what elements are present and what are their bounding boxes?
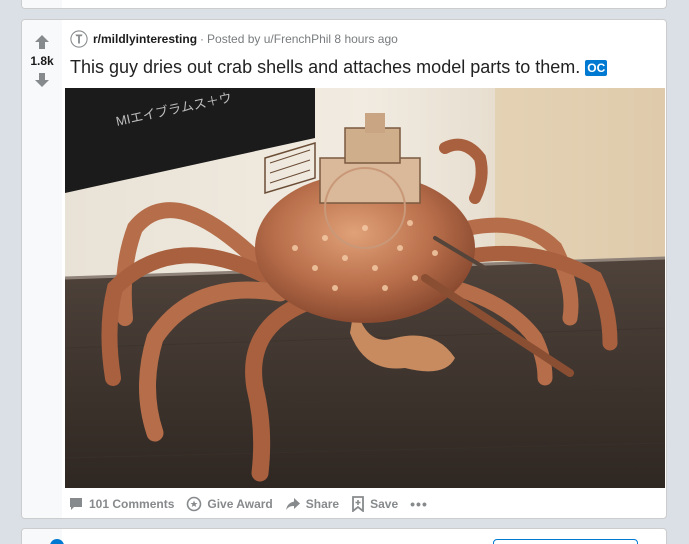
oc-flair[interactable]: OC [585, 59, 608, 76]
post-title[interactable]: This guy dries out crab shells and attac… [70, 57, 580, 78]
vote-count: 1.8k [30, 54, 54, 68]
share-icon [285, 498, 300, 510]
comments-button[interactable]: 101 Comments [68, 496, 174, 512]
upvote-button[interactable] [32, 32, 52, 52]
downvote-button[interactable] [32, 70, 52, 90]
posted-by[interactable]: Posted by u/FrenchPhil 8 hours ago [207, 32, 398, 46]
award-icon [187, 496, 202, 512]
join-button[interactable] [493, 539, 638, 544]
save-label: Save [370, 497, 399, 511]
share-label: Share [305, 497, 340, 511]
post-actions: 101 Comments Give Award Share Save ••• [68, 493, 440, 515]
vote-column: 1.8k [22, 20, 62, 518]
crab-model-image: MIエイブラムス＋ウ [65, 88, 665, 488]
share-button[interactable]: Share [285, 496, 339, 512]
post-title-row[interactable]: This guy dries out crab shells and attac… [70, 57, 608, 78]
downvote-icon [35, 73, 49, 87]
meta-separator: · [200, 32, 205, 46]
save-icon [352, 496, 365, 512]
previous-post-card[interactable] [21, 0, 667, 9]
comments-label: 101 Comments [89, 497, 175, 511]
comment-icon [70, 498, 82, 510]
award-label: Give Award [207, 497, 273, 511]
post-card[interactable]: 1.8k r/mildlyinteresting · Posted by u/F… [21, 19, 667, 519]
subreddit-link[interactable]: r/mildlyinteresting [93, 32, 197, 46]
post-image[interactable]: MIエイブラムス＋ウ [65, 88, 665, 488]
give-award-button[interactable]: Give Award [186, 496, 273, 512]
post-meta: r/mildlyinteresting · Posted by u/French… [70, 29, 398, 49]
save-button[interactable]: Save [351, 496, 398, 512]
more-options-button[interactable]: ••• [410, 496, 428, 512]
post-body: r/mildlyinteresting · Posted by u/French… [62, 20, 666, 518]
subreddit-icon[interactable] [70, 30, 88, 48]
upvote-icon [35, 35, 49, 49]
vote-column [22, 0, 62, 8]
